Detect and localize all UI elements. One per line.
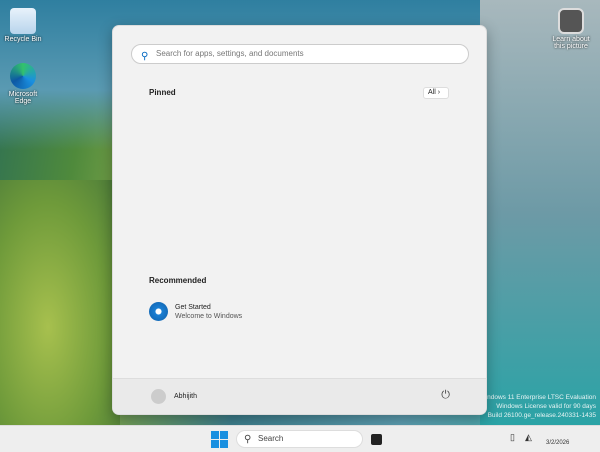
start-menu: ⚲ Search for apps, settings, and document… xyxy=(112,25,487,415)
recommended-heading: Recommended xyxy=(149,276,207,285)
avatar xyxy=(151,389,166,404)
pinned-heading: Pinned xyxy=(149,88,176,97)
edge-icon xyxy=(10,63,36,89)
start-button[interactable] xyxy=(211,431,228,448)
volume-icon[interactable]: ◭ xyxy=(525,432,532,443)
all-label: All xyxy=(428,89,436,96)
item-subtitle: Welcome to Windows xyxy=(175,312,243,320)
recycle-bin-icon xyxy=(10,8,36,34)
taskbar-search[interactable]: ⚲ Search xyxy=(236,430,363,448)
recommended-item-get-started[interactable]: Get Started Welcome to Windows xyxy=(149,302,242,321)
desktop-icon-learn-picture[interactable]: Learn about this picture xyxy=(548,8,594,50)
icon-label: Recycle Bin xyxy=(4,36,42,43)
watermark-line: Windows License valid for 90 days xyxy=(496,403,596,410)
learn-picture-icon xyxy=(558,8,584,34)
chevron-right-icon: › xyxy=(437,89,441,96)
user-name: Abhijith xyxy=(174,393,197,400)
search-icon: ⚲ xyxy=(141,51,149,62)
task-view-icon[interactable] xyxy=(371,434,382,445)
all-apps-button[interactable]: All › xyxy=(423,87,449,99)
clock-date[interactable]: 3/2/2026 xyxy=(546,440,569,446)
item-title: Get Started xyxy=(175,303,211,311)
user-account-button[interactable]: Abhijith xyxy=(151,389,197,404)
get-started-icon xyxy=(149,302,168,321)
evaluation-watermark: Windows 11 Enterprise LTSC Evaluation Wi… xyxy=(480,393,596,420)
power-icon[interactable]: ⏻ xyxy=(441,389,450,402)
watermark-line: Build 26100.ge_release.240331-1435 xyxy=(487,412,596,419)
start-search-input[interactable]: ⚲ Search for apps, settings, and document… xyxy=(131,44,469,64)
search-label: Search xyxy=(258,434,284,443)
start-footer: Abhijith ⏻ xyxy=(113,378,486,414)
watermark-line: Windows 11 Enterprise LTSC Evaluation xyxy=(479,394,596,401)
icon-label: Learn about this picture xyxy=(552,36,590,50)
wallpaper-right xyxy=(480,0,600,425)
system-tray[interactable]: ▯ ◭ xyxy=(510,432,532,443)
search-icon: ⚲ xyxy=(244,434,252,445)
desktop-icon-recycle-bin[interactable]: Recycle Bin xyxy=(0,8,46,43)
wallpaper-cliff xyxy=(0,180,120,425)
search-placeholder: Search for apps, settings, and documents xyxy=(156,49,304,58)
network-icon[interactable]: ▯ xyxy=(510,432,515,443)
icon-label: Microsoft Edge xyxy=(8,91,38,105)
desktop-icon-edge[interactable]: Microsoft Edge xyxy=(0,63,46,105)
taskbar: ⚲ Search ▯ ◭ 3/2/2026 xyxy=(0,425,600,452)
